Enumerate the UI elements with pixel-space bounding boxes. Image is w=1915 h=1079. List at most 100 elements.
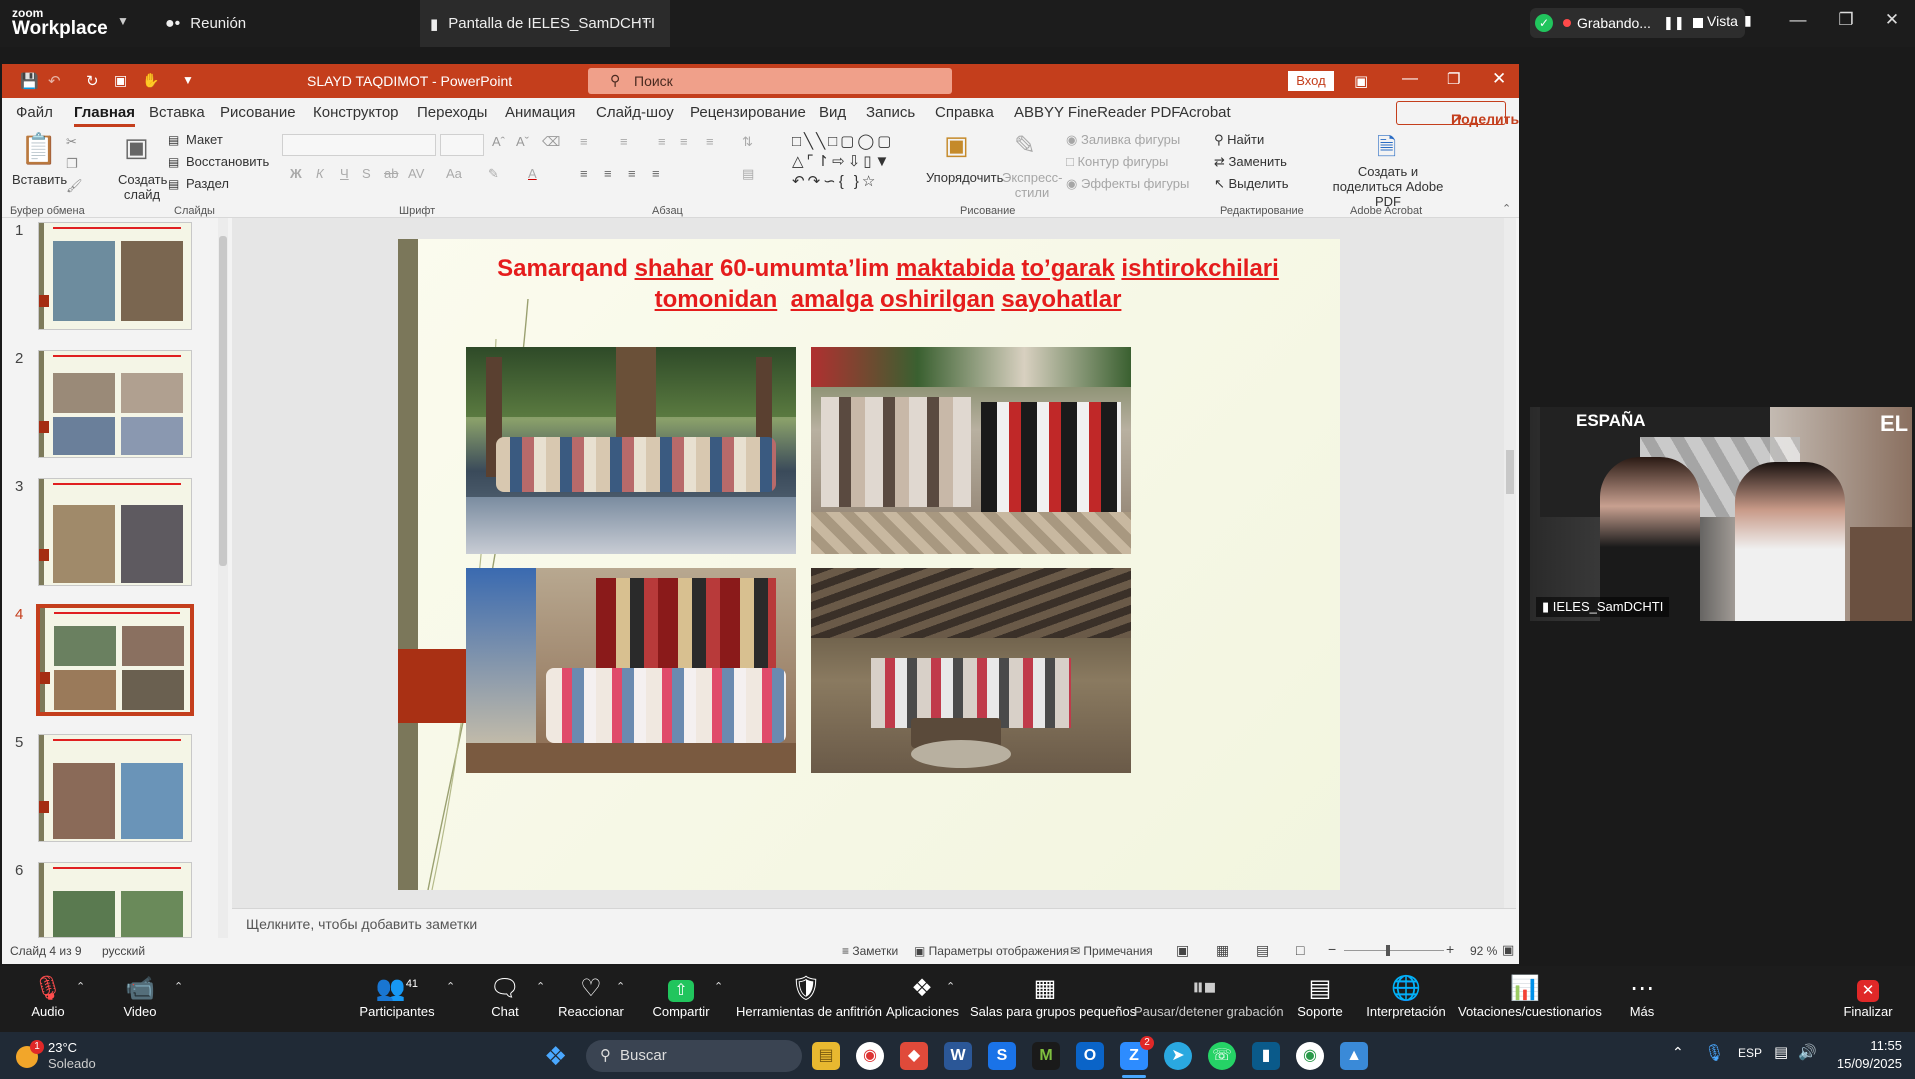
align-left-icon[interactable]: ≡ [580, 166, 588, 181]
breakout-rooms-button[interactable]: ▦ Salas para grupos pequeños [970, 966, 1136, 1032]
paste-button[interactable]: Вставить [12, 172, 67, 187]
windows-start-icon[interactable]: ❖ [544, 1041, 567, 1072]
notes-pane[interactable]: Щелкните, чтобы добавить заметки [232, 908, 1516, 938]
slide-scroll-thumb[interactable] [1506, 450, 1514, 494]
reset-button[interactable]: Восстановить [186, 154, 269, 169]
app-icon[interactable]: ▮ [1252, 1042, 1280, 1070]
participant-video[interactable]: ESPAÑA EL ▮ IELES_SamDCHTI [1530, 407, 1912, 621]
more-button[interactable]: ⋯ Más [1624, 966, 1660, 1032]
interpretation-button[interactable]: 🌐 Interpretación [1364, 966, 1448, 1032]
react-button[interactable]: ♡ Reaccionar [558, 966, 624, 1032]
volume-icon[interactable]: 🔊 [1798, 1043, 1817, 1061]
section-button[interactable]: Раздел [186, 176, 229, 191]
shape-fill-button[interactable]: ◉ Заливка фигуры [1066, 132, 1180, 148]
pause-recording-button[interactable]: ⏸⏹ Pausar/detener grabación [1134, 966, 1284, 1032]
react-chevron-icon[interactable]: ⌃ [616, 980, 625, 993]
audio-button[interactable]: 🎙 Audio [18, 966, 78, 1032]
search-box[interactable]: ⚲ Поиск [588, 68, 952, 94]
login-button[interactable]: Вход [1288, 71, 1334, 91]
share-document-button[interactable]: ↗ Поделиться [1396, 101, 1519, 127]
replace-button[interactable]: ⇄ Заменить [1214, 154, 1287, 170]
current-slide[interactable]: Samarqand shahar 60-umumta’lim maktabida… [398, 239, 1340, 890]
tab-draw[interactable]: Рисование [220, 104, 296, 121]
customize-qat-icon[interactable]: ▼ [182, 73, 194, 87]
minimize-icon[interactable]: — [1778, 10, 1818, 30]
collapse-ribbon-icon[interactable]: ⌃ [1502, 202, 1511, 215]
zoom-out-icon[interactable]: − [1328, 941, 1336, 957]
indent-icon[interactable]: ≡ [658, 134, 666, 149]
thumbs-scrollbar[interactable] [218, 218, 228, 938]
audio-chevron-icon[interactable]: ⌃ [76, 980, 85, 993]
thumbs-scroll-thumb[interactable] [219, 236, 227, 566]
clock-date[interactable]: 15/09/2025 [1826, 1056, 1902, 1071]
reading-view-icon[interactable]: ▤ [1256, 942, 1269, 959]
outlook-icon[interactable]: O [1076, 1042, 1104, 1070]
increase-font-icon[interactable]: Aˆ [492, 134, 505, 149]
skype-icon[interactable]: S [988, 1042, 1016, 1070]
align-center-icon[interactable]: ≡ [604, 166, 612, 181]
quick-styles-button[interactable]: Экспресс-стили [1002, 170, 1063, 200]
comments-button[interactable]: ✉ Примечания [1070, 944, 1153, 958]
arrange-icon[interactable]: ▣ [944, 130, 969, 161]
apps-button[interactable]: ❖ Aplicaciones [886, 966, 959, 1032]
font-family-select[interactable] [282, 134, 436, 156]
participants-chevron-icon[interactable]: ⌃ [446, 980, 455, 993]
arrange-button[interactable]: Упорядочить [926, 170, 1003, 185]
display-settings-button[interactable]: ▣ Параметры отображения [914, 944, 1069, 958]
video-button[interactable]: 📹 Video [110, 966, 170, 1032]
outdent-icon[interactable]: ≡ [680, 134, 688, 149]
polls-button[interactable]: 📊 Votaciones/cuestionarios [1458, 966, 1602, 1032]
tab-review[interactable]: Рецензирование [690, 104, 806, 121]
decrease-font-icon[interactable]: Aˇ [516, 134, 529, 149]
view-grid-icon[interactable]: ▮ [1744, 12, 1752, 29]
end-meeting-button[interactable]: ✕ Finalizar [1840, 966, 1896, 1032]
word-icon[interactable]: W [944, 1042, 972, 1070]
share-chevron-icon[interactable]: ⌃ [714, 980, 723, 993]
zoom-in-icon[interactable]: + [1446, 941, 1454, 957]
photo-children-textiles[interactable] [466, 568, 796, 773]
layout-button[interactable]: Макет [186, 132, 223, 147]
apps-chevron-icon[interactable]: ⌃ [946, 980, 955, 993]
find-button[interactable]: ⚲ Найти [1214, 132, 1264, 148]
font-size-select[interactable] [440, 134, 484, 156]
photo-workshop[interactable] [811, 568, 1131, 773]
tray-chevron-icon[interactable]: ⌃ [1672, 1044, 1684, 1061]
video-chevron-icon[interactable]: ⌃ [174, 980, 183, 993]
tab-abbyy[interactable]: ABBYY FineReader PDF [1014, 104, 1180, 121]
new-slide-icon[interactable]: ▣ [124, 132, 149, 163]
slide-thumbnail-4[interactable] [36, 604, 194, 716]
close-icon[interactable]: ✕ [1872, 10, 1912, 30]
chat-button[interactable]: 🗨 Chat [480, 966, 530, 1032]
tab-acrobat[interactable]: Acrobat [1179, 104, 1231, 121]
telegram-icon[interactable]: ➤ [1164, 1042, 1192, 1070]
m-app-icon[interactable]: M [1032, 1042, 1060, 1070]
bold-icon[interactable]: Ж [290, 166, 302, 181]
shadow-icon[interactable]: S [362, 166, 371, 181]
network-icon[interactable]: ▤ [1774, 1043, 1788, 1061]
adobe-pdf-button[interactable]: Создать и поделиться Adobe PDF [1324, 164, 1452, 209]
slide-sorter-icon[interactable]: ▦ [1216, 942, 1229, 959]
file-explorer-icon[interactable]: ▤ [812, 1042, 840, 1070]
italic-icon[interactable]: К [316, 166, 324, 181]
chevron-down-icon[interactable]: ▼ [117, 14, 129, 28]
weather-widget[interactable]: 1 23°C Soleado [14, 1040, 154, 1072]
normal-view-icon[interactable]: ▣ [1176, 942, 1189, 959]
zoom-slider[interactable] [1344, 945, 1444, 956]
ribbon-display-icon[interactable]: ▣ [1354, 72, 1368, 90]
slide-thumbnail-6[interactable] [38, 862, 192, 938]
select-button[interactable]: ↖ Выделить [1214, 176, 1289, 192]
tab-insert[interactable]: Вставка [149, 104, 205, 121]
highlight-icon[interactable]: ✎ [488, 166, 499, 182]
share-screen-button[interactable]: ⇧ Compartir [650, 966, 712, 1032]
new-slide-button[interactable]: Создать слайд [118, 172, 167, 202]
restore-icon[interactable]: ❐ [1826, 10, 1866, 30]
fit-slide-icon[interactable]: ▣ [1502, 942, 1514, 958]
cut-icon[interactable]: ✂ [66, 134, 77, 150]
anydesk-icon[interactable]: ◆ [900, 1042, 928, 1070]
input-language[interactable]: ESP [1738, 1046, 1762, 1060]
bullets-icon[interactable]: ≡ [580, 134, 588, 149]
tab-record[interactable]: Запись [866, 104, 915, 121]
host-tools-button[interactable]: 🛡 Herramientas de anfitrión [736, 966, 882, 1032]
tab-help[interactable]: Справка [935, 104, 994, 121]
shapes-gallery[interactable]: □╲╲□▢◯▢ △⌜↾⇨⇩▯▼ ↶↷∽{ }☆ [792, 132, 912, 192]
